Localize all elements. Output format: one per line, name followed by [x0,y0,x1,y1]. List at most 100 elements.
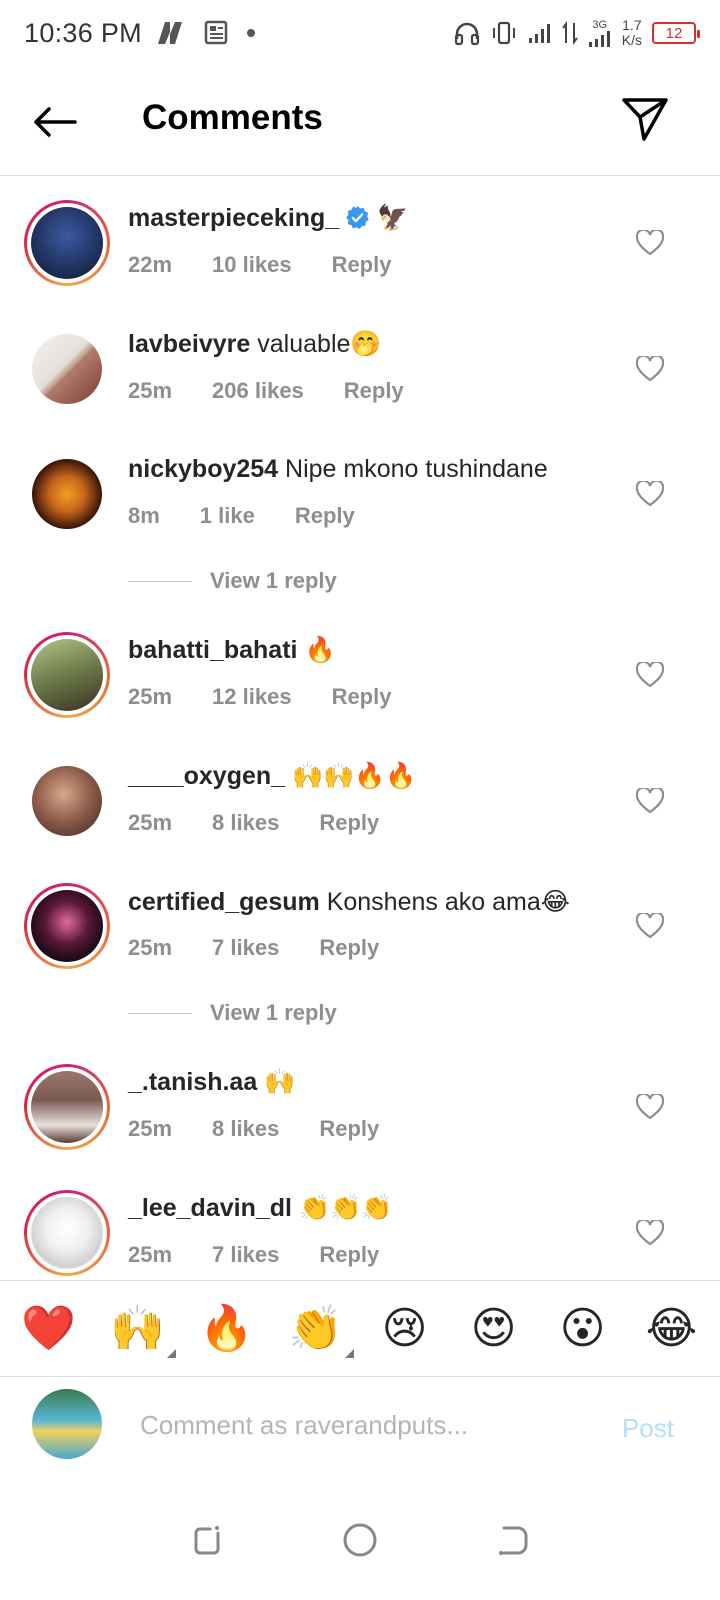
comment-item: nickyboy254 Nipe mkono tushindane 8m 1 li… [0,451,720,561]
comment-text: lavbeivyre valuable🤭 [128,330,382,359]
comment-time: 22m [128,252,173,277]
heart-icon[interactable] [636,1220,664,1246]
emoji-surprised-button[interactable]: 😮 [551,1304,615,1354]
reply-button[interactable]: Reply [319,1242,379,1268]
arrow-left-icon [34,107,77,137]
back-nav-icon [499,1526,528,1555]
reply-button[interactable]: Reply [319,935,379,961]
heart-icon[interactable] [636,1094,664,1120]
home-circle-icon [343,1523,377,1557]
comment-username[interactable]: bahatti_bahati [128,636,297,664]
header: Comments [0,66,720,176]
heart-icon[interactable] [636,230,664,256]
reply-button[interactable]: Reply [332,684,392,710]
network-type: 3G [592,18,608,31]
reply-button[interactable]: Reply [344,378,404,404]
comment-item: bahatti_bahati 🔥 25m 12 likes Reply [0,632,720,742]
network-speed: 1.7 K/s [622,18,642,48]
headphones-icon [454,22,479,45]
view-replies-label[interactable]: View 1 reply [210,568,337,594]
avatar[interactable] [24,451,110,537]
view-replies-button[interactable]: View 1 reply [128,1000,337,1026]
emoji-heart-button[interactable]: ❤️ [17,1304,81,1354]
recents-button[interactable] [187,1520,227,1560]
avatar[interactable] [24,883,110,969]
comment-item: _lee_davin_dl 👏👏👏 25m 7 likes Reply [0,1190,720,1280]
my-avatar[interactable] [32,1389,102,1459]
emoji-heart-eyes-button[interactable]: 😍 [462,1304,526,1354]
comment-meta: 25m 12 likes Reply [128,684,431,710]
page-title: Comments [142,98,323,137]
comment-text: certified_gesum Konshens ako ama😂 [128,887,570,917]
vibrate-icon [492,21,515,45]
comment-body: Konshens ako ama😂 [326,888,570,916]
emoji-clap: 👏 [288,1303,343,1353]
avatar[interactable] [24,758,110,844]
status-notification-icons [156,20,256,46]
comment-likes[interactable]: 1 like [200,503,255,529]
comment-item: lavbeivyre valuable🤭 25m 206 likes Reply [0,326,720,436]
share-button[interactable] [620,94,670,144]
back-nav-button[interactable] [493,1520,533,1560]
comment-body: 🔥 [304,636,336,664]
post-button[interactable]: Post [622,1413,674,1444]
heart-icon[interactable] [636,788,664,814]
avatar[interactable] [24,1064,110,1150]
battery-indicator: 12 [652,22,700,44]
signal-icon [528,24,550,43]
comment-meta: 25m 8 likes Reply [128,1116,419,1142]
view-replies-label[interactable]: View 1 reply [210,1000,337,1026]
avatar[interactable] [24,1190,110,1276]
comment-username[interactable]: certified_gesum [128,888,320,916]
emoji-crying-button[interactable]: 😢 [373,1304,437,1354]
comment-username[interactable]: masterpieceking_ [128,204,339,232]
comment-likes[interactable]: 206 likes [212,378,304,404]
comment-item: _.tanish.aa 🙌 25m 8 likes Reply [0,1064,720,1174]
home-button[interactable] [340,1520,380,1560]
avatar[interactable] [24,632,110,718]
reply-button[interactable]: Reply [295,503,355,529]
signal-3g: 3G [588,18,612,47]
skin-tone-indicator-icon [344,1348,354,1358]
comment-meta: 25m 7 likes Reply [128,1242,419,1268]
reply-button[interactable]: Reply [332,252,392,278]
comment-time: 25m [128,378,173,403]
comment-username[interactable]: _.tanish.aa [128,1068,257,1096]
emoji-clap-button[interactable]: 👏 [284,1303,354,1358]
comments-list[interactable]: masterpieceking_ 🦅 22m 10 likes Reply lavb… [0,178,720,1280]
emoji-fire-button[interactable]: 🔥 [195,1304,259,1354]
comment-likes[interactable]: 8 likes [212,810,279,836]
back-button[interactable] [28,100,82,144]
heart-icon[interactable] [636,356,664,382]
dot-icon [246,29,255,37]
comment-body: valuable🤭 [257,330,382,358]
comment-time: 25m [128,684,173,709]
heart-icon[interactable] [636,481,664,507]
comment-input[interactable] [140,1401,580,1449]
comment-username[interactable]: ____oxygen_ [128,762,285,790]
comment-item: ____oxygen_ 🙌🙌🔥🔥 25m 8 likes Reply [0,758,720,868]
comment-body: Nipe mkono tushindane [285,455,548,483]
heart-icon[interactable] [636,662,664,688]
avatar[interactable] [24,200,110,286]
comment-username[interactable]: nickyboy254 [128,455,278,483]
comment-likes[interactable]: 10 likes [212,252,292,278]
comment-meta: 22m 10 likes Reply [128,252,431,278]
emoji-raised-hands-button[interactable]: 🙌 [106,1304,176,1358]
comment-likes[interactable]: 12 likes [212,684,292,710]
avatar[interactable] [24,326,110,412]
comment-username[interactable]: _lee_davin_dl [128,1194,292,1222]
heart-icon[interactable] [636,913,664,939]
comment-likes[interactable]: 7 likes [212,1242,279,1268]
comment-text: nickyboy254 Nipe mkono tushindane [128,455,548,484]
reply-button[interactable]: Reply [319,1116,379,1142]
comment-username[interactable]: lavbeivyre [128,330,250,358]
comment-body: 👏👏👏 [298,1194,393,1222]
speed-unit: K/s [621,32,642,48]
comment-likes[interactable]: 8 likes [212,1116,279,1142]
emoji-laughing-button[interactable]: 😂 [640,1304,704,1354]
view-replies-button[interactable]: View 1 reply [128,568,337,594]
reply-divider [128,1012,192,1014]
reply-button[interactable]: Reply [319,810,379,836]
comment-likes[interactable]: 7 likes [212,935,279,961]
